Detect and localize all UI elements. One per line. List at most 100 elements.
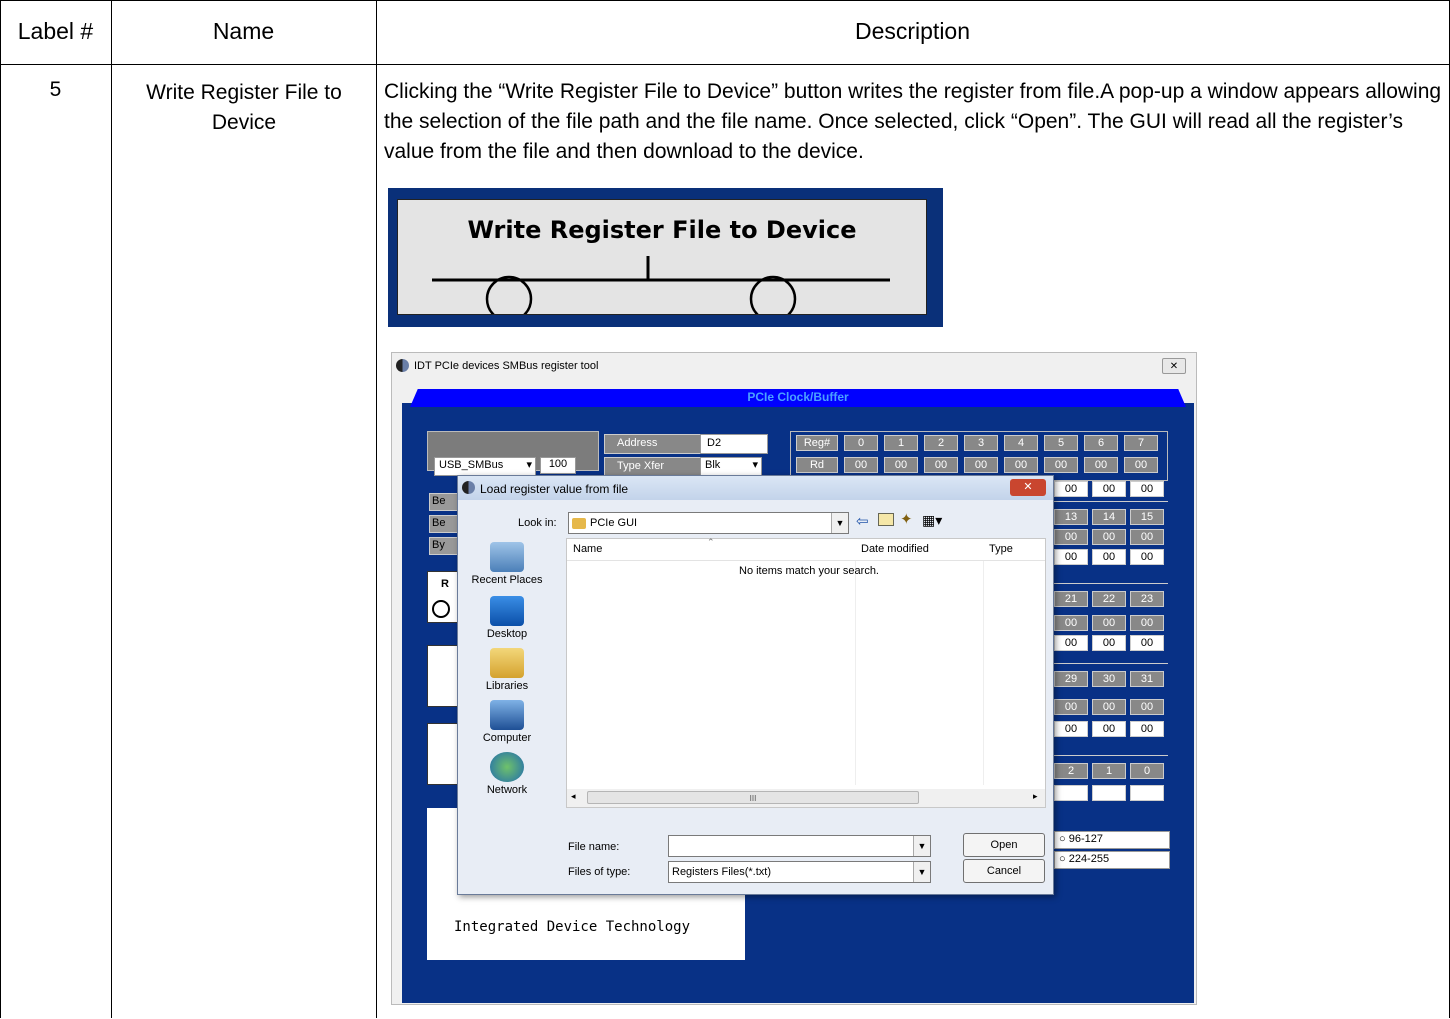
address-input[interactable]: D2	[700, 434, 768, 454]
reg-value[interactable]: 00	[1130, 481, 1164, 497]
row-description: Clicking the “Write Register File to Dev…	[384, 80, 1442, 163]
dialog-close-icon[interactable]: ✕	[1010, 479, 1046, 496]
side-panel-partial	[427, 645, 459, 707]
chevron-down-icon: ▼	[913, 862, 930, 882]
reg-value: 00	[1092, 529, 1126, 545]
reg-value[interactable]: 00	[1054, 721, 1088, 737]
write-register-banner: Write Register File to Device	[388, 188, 943, 327]
chevron-down-icon: ▼	[831, 513, 848, 533]
libraries-icon	[490, 648, 524, 678]
view-menu-icon[interactable]: ▦▾	[922, 512, 942, 529]
load-register-dialog: Load register value from file ✕ Look in:…	[457, 475, 1054, 895]
address-label: Address	[604, 434, 708, 454]
radio-circle	[432, 600, 450, 618]
header-label: Label #	[17, 18, 94, 44]
reg-value[interactable]	[1092, 785, 1126, 801]
reg-value: 00	[1054, 699, 1088, 715]
reg-value: 00	[964, 457, 998, 473]
reg-value: 00	[1130, 699, 1164, 715]
file-list[interactable]: Name ⌃ Date modified Type No items match…	[566, 537, 1046, 808]
speed-input[interactable]: 100	[540, 457, 576, 474]
table-header-border	[0, 64, 1450, 65]
app-header: PCIe Clock/Buffer	[747, 390, 849, 404]
reg-value[interactable]: 00	[1092, 481, 1126, 497]
reg-number: 31	[1130, 671, 1164, 687]
open-button[interactable]: Open	[963, 833, 1045, 857]
horizontal-scrollbar[interactable]: ◂ III ▸	[567, 789, 1045, 807]
files-type-label: Files of type:	[568, 866, 631, 878]
reg-value[interactable]	[1054, 785, 1088, 801]
reg-value[interactable]: 00	[1054, 481, 1088, 497]
column-name[interactable]: Name	[573, 543, 602, 555]
file-list-header	[567, 539, 1045, 561]
reg-number: 2	[1054, 763, 1088, 779]
reg-value[interactable]	[1130, 785, 1164, 801]
reg-value[interactable]: 00	[1130, 635, 1164, 651]
reg-value[interactable]: 00	[1092, 549, 1126, 565]
place-computer[interactable]: Computer	[468, 700, 546, 744]
file-name-input[interactable]: ▼	[668, 835, 931, 857]
reg-number: 2	[924, 435, 958, 451]
cancel-button[interactable]: Cancel	[963, 859, 1045, 883]
scroll-thumb[interactable]: III	[587, 791, 919, 804]
reg-value[interactable]: 00	[1130, 549, 1164, 565]
recent-places-icon	[490, 542, 524, 572]
files-type-select[interactable]: Registers Files(*.txt) ▼	[668, 861, 931, 883]
range-96-127[interactable]: ○ 96-127	[1054, 831, 1170, 849]
reg-value: 00	[1130, 615, 1164, 631]
file-name-label: File name:	[568, 841, 620, 853]
range-224-255[interactable]: ○ 224-255	[1054, 851, 1170, 869]
app-titlebar: IDT PCIe devices SMBus register tool ✕	[392, 353, 1196, 381]
sort-arrow-icon: ⌃	[707, 537, 715, 547]
banner-panel: Write Register File to Device	[397, 199, 927, 315]
column-type[interactable]: Type	[989, 543, 1013, 555]
reg-value[interactable]: 00	[1092, 635, 1126, 651]
reg-value: 00	[1092, 699, 1126, 715]
interface-select[interactable]: USB_SMBus ▾	[434, 457, 536, 476]
up-folder-icon[interactable]	[878, 513, 894, 526]
scroll-right-icon[interactable]: ▸	[1033, 791, 1038, 802]
reg-number: 29	[1054, 671, 1088, 687]
new-folder-icon[interactable]: ✦	[900, 510, 913, 528]
banner-switch-graphic	[432, 256, 890, 314]
reg-value[interactable]: 00	[1130, 721, 1164, 737]
group-divider	[1052, 583, 1168, 584]
reg-number: 6	[1084, 435, 1118, 451]
place-network[interactable]: Network	[468, 752, 546, 796]
reg-value: 00	[1004, 457, 1038, 473]
table-top-border	[0, 0, 1450, 1]
place-libraries[interactable]: Libraries	[468, 648, 546, 692]
reg-header: Reg#	[796, 435, 838, 451]
reg-value: 00	[1044, 457, 1078, 473]
place-recent[interactable]: Recent Places	[468, 542, 546, 586]
folder-icon	[572, 517, 586, 529]
close-icon[interactable]: ✕	[1162, 358, 1186, 374]
reg-value: 00	[1054, 529, 1088, 545]
reg-number: 13	[1054, 509, 1088, 525]
network-icon	[490, 752, 524, 782]
reg-number: 4	[1004, 435, 1038, 451]
scroll-left-icon[interactable]: ◂	[571, 791, 576, 802]
reg-value: 00	[1130, 529, 1164, 545]
place-desktop[interactable]: Desktop	[468, 596, 546, 640]
side-panel-partial	[427, 723, 459, 785]
reg-value[interactable]: 00	[1054, 635, 1088, 651]
reg-value[interactable]: 00	[1092, 721, 1126, 737]
reg-number: 0	[1130, 763, 1164, 779]
reg-value[interactable]: 00	[1054, 549, 1088, 565]
header-description: Description	[854, 18, 971, 44]
row-name: Write Register File to Device	[146, 81, 342, 134]
reg-number: 1	[884, 435, 918, 451]
column-date[interactable]: Date modified	[861, 543, 929, 555]
reg-value: 00	[1124, 457, 1158, 473]
reg-value: 00	[1084, 457, 1118, 473]
reg-number: 1	[1092, 763, 1126, 779]
dialog-title: Load register value from file	[480, 482, 629, 496]
look-in-select[interactable]: PCIe GUI ▼	[568, 512, 849, 534]
typexfer-select[interactable]: Blk ▾	[700, 457, 762, 476]
reg-value: 00	[1092, 615, 1126, 631]
reg-row-label: Rd	[796, 457, 838, 473]
back-icon[interactable]: ⇦	[856, 512, 869, 530]
read-button-partial[interactable]: R	[427, 571, 459, 623]
reg-number: 3	[964, 435, 998, 451]
